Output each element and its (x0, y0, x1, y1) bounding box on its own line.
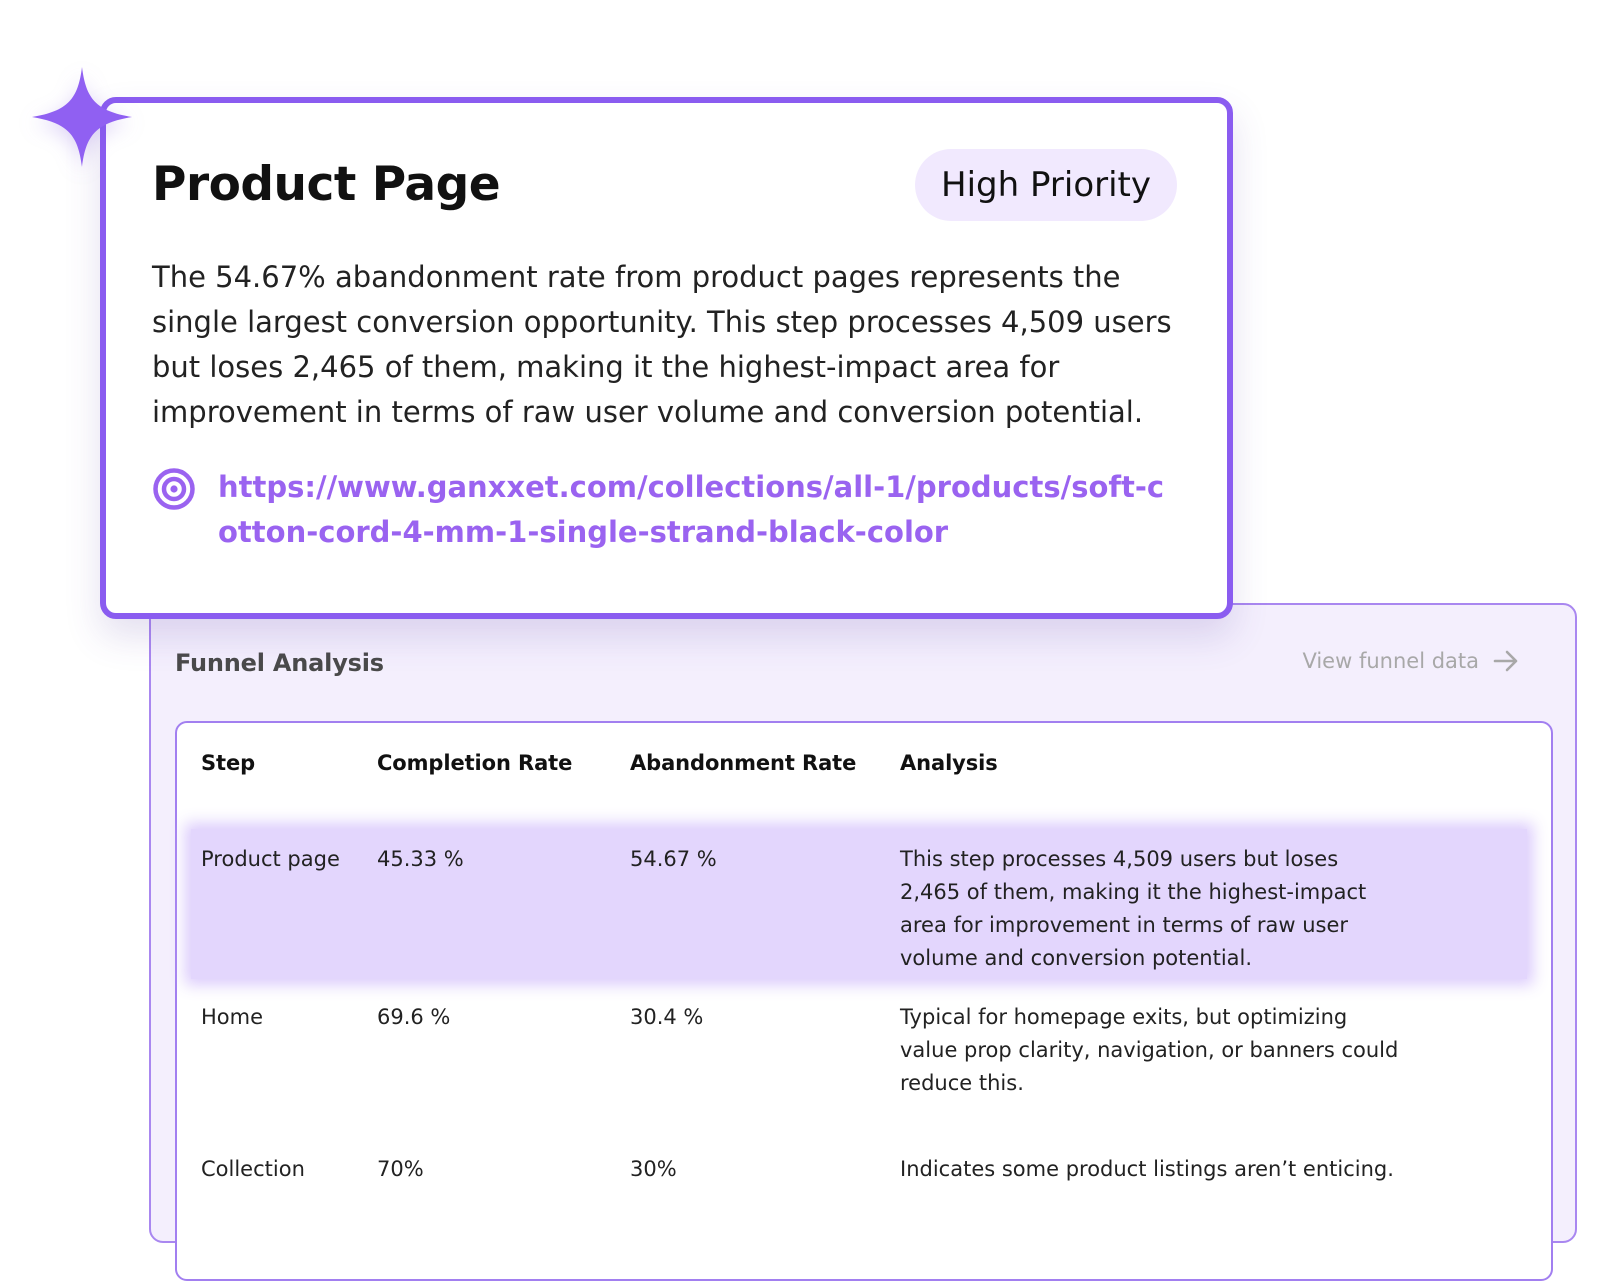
priority-badge: High Priority (915, 149, 1177, 221)
funnel-analysis-panel: Funnel Analysis View funnel data Step Co… (149, 603, 1577, 1281)
table-row: Collection 70% 30% Indicates some produc… (177, 1153, 1551, 1213)
table-row: Home 69.6 % 30.4 % Typical for homepage … (177, 1001, 1551, 1111)
cell-completion-rate: 69.6 % (377, 1005, 451, 1029)
cell-analysis: Indicates some product listings aren’t e… (900, 1157, 1394, 1181)
cell-step: Product page (201, 847, 340, 871)
sparkle-icon (28, 63, 136, 171)
cell-abandonment-rate: 30% (630, 1157, 677, 1181)
funnel-table: Step Completion Rate Abandonment Rate An… (175, 721, 1553, 1281)
column-header-completion-rate: Completion Rate (377, 751, 573, 775)
card-description: The 54.67% abandonment rate from product… (152, 260, 1172, 429)
card-title: Product Page (152, 157, 501, 212)
cell-analysis: Typical for homepage exits, but optimizi… (900, 1005, 1399, 1095)
cell-step: Collection (201, 1157, 305, 1181)
cell-abandonment-rate: 30.4 % (630, 1005, 704, 1029)
table-row: Product page 45.33 % 54.67 % This step p… (177, 829, 1551, 979)
cell-step: Home (201, 1005, 264, 1029)
cell-completion-rate: 45.33 % (377, 847, 464, 871)
target-icon (152, 467, 196, 511)
cell-completion-rate: 70% (377, 1157, 424, 1181)
view-funnel-data-link[interactable]: View funnel data (1302, 649, 1519, 673)
product-url-link[interactable]: https://www.ganxxet.com/collections/all-… (218, 465, 1168, 555)
card-link-row: https://www.ganxxet.com/collections/all-… (152, 465, 1192, 555)
cell-abandonment-rate: 54.67 % (630, 847, 717, 871)
product-page-card: Product Page High Priority The 54.67% ab… (100, 97, 1233, 619)
arrow-right-icon (1493, 650, 1519, 672)
funnel-analysis-title: Funnel Analysis (175, 649, 384, 677)
column-header-abandonment-rate: Abandonment Rate (630, 751, 857, 775)
column-header-analysis: Analysis (900, 751, 998, 775)
cell-analysis: This step processes 4,509 users but lose… (900, 847, 1367, 970)
view-funnel-data-label: View funnel data (1302, 649, 1479, 673)
column-header-step: Step (201, 751, 256, 775)
